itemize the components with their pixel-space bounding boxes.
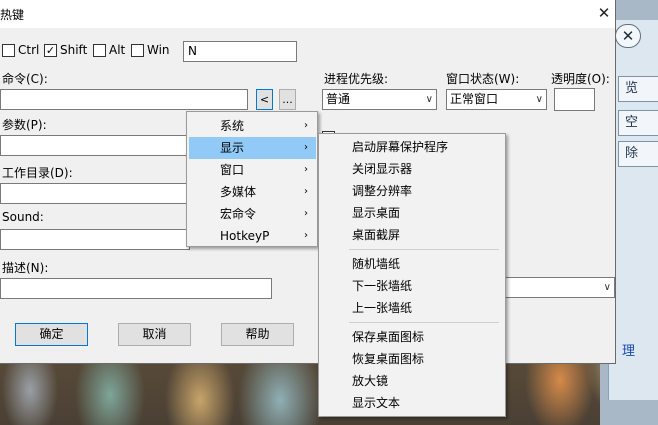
command-input[interactable] bbox=[0, 89, 248, 110]
command-arrow-button[interactable]: < bbox=[256, 89, 273, 110]
shift-label: Shift bbox=[60, 43, 88, 57]
menu-item-label: 宏命令 bbox=[220, 207, 257, 221]
command-browse-button[interactable]: ... bbox=[279, 89, 296, 110]
cancel-button[interactable]: 取消 bbox=[118, 323, 191, 346]
ctrl-label: Ctrl bbox=[18, 43, 40, 57]
menu-item-window[interactable]: 窗口 › bbox=[189, 159, 316, 181]
menu-item-label: 窗口 bbox=[220, 163, 245, 177]
chevron-right-icon: › bbox=[304, 230, 308, 241]
menu-item-system[interactable]: 系统 › bbox=[189, 115, 316, 137]
checkmark-icon: ✓ bbox=[45, 44, 56, 57]
menu-item-label: 多媒体 bbox=[220, 185, 257, 199]
menu-item-display[interactable]: 显示 › bbox=[189, 137, 316, 159]
menu-separator bbox=[349, 249, 499, 250]
workdir-label: 工作目录(D): bbox=[2, 166, 73, 180]
priority-select[interactable]: 普通 ∨ bbox=[322, 89, 437, 110]
background-delete-button[interactable]: 除 bbox=[618, 141, 658, 167]
chevron-down-icon: ∨ bbox=[535, 94, 543, 105]
menu-item-magnifier[interactable]: 放大镜 bbox=[321, 370, 504, 392]
dialog-title: 热键 bbox=[0, 8, 25, 22]
chevron-right-icon: › bbox=[304, 186, 308, 197]
menu-item-multimedia[interactable]: 多媒体 › bbox=[189, 181, 316, 203]
menu-item-random-wallpaper[interactable]: 随机墙纸 bbox=[321, 253, 504, 275]
menu-item-turn-off-monitor[interactable]: 关闭显示器 bbox=[321, 158, 504, 180]
menu-item-adjust-resolution[interactable]: 调整分辨率 bbox=[321, 180, 504, 202]
background-window-close-icon[interactable]: ✕ bbox=[615, 24, 641, 48]
win-label: Win bbox=[147, 43, 170, 57]
desc-input[interactable] bbox=[0, 278, 272, 299]
chevron-down-icon: ∨ bbox=[425, 94, 433, 105]
chevron-right-icon: › bbox=[304, 120, 308, 131]
menu-item-restore-desktop-icons[interactable]: 恢复桌面图标 bbox=[321, 348, 504, 370]
window-state-label: 窗口状态(W): bbox=[446, 72, 520, 86]
sound-input[interactable] bbox=[0, 229, 190, 250]
menu-item-previous-wallpaper[interactable]: 上一张墙纸 bbox=[321, 297, 504, 319]
desc-label: 描述(N): bbox=[2, 261, 49, 275]
chevron-down-icon: ∨ bbox=[603, 282, 611, 293]
background-manage-link[interactable]: 理 bbox=[622, 340, 635, 359]
window-state-select[interactable]: 正常窗口 ∨ bbox=[446, 89, 547, 110]
ctrl-checkbox[interactable] bbox=[2, 44, 15, 57]
opacity-input[interactable] bbox=[554, 88, 595, 111]
priority-label: 进程优先级: bbox=[324, 72, 389, 86]
chevron-right-icon: › bbox=[304, 164, 308, 175]
sound-label: Sound: bbox=[2, 210, 44, 224]
params-label: 参数(P): bbox=[2, 118, 47, 132]
ok-button[interactable]: 确定 bbox=[15, 323, 88, 346]
help-button[interactable]: 帮助 bbox=[221, 323, 294, 346]
params-input[interactable] bbox=[0, 135, 190, 156]
workdir-input[interactable] bbox=[0, 183, 190, 204]
menu-item-label: 显示 bbox=[220, 141, 245, 155]
key-input[interactable]: N bbox=[183, 41, 297, 62]
priority-value: 普通 bbox=[326, 92, 351, 106]
menu-item-show-text[interactable]: 显示文本 bbox=[321, 392, 504, 414]
menu-item-hotkeyp[interactable]: HotkeyP › bbox=[189, 225, 316, 247]
menu-item-save-desktop-icons[interactable]: 保存桌面图标 bbox=[321, 326, 504, 348]
menu-item-desktop-screenshot[interactable]: 桌面截屏 bbox=[321, 224, 504, 246]
chevron-right-icon: › bbox=[304, 208, 308, 219]
opacity-label: 透明度(O): bbox=[551, 72, 610, 86]
extra-select[interactable]: ∨ bbox=[500, 277, 615, 298]
alt-label: Alt bbox=[109, 43, 126, 57]
window-state-value: 正常窗口 bbox=[450, 92, 499, 106]
title-bar: 热键 ✕ bbox=[0, 0, 615, 28]
menu-item-label: 系统 bbox=[220, 119, 245, 133]
background-clear-button[interactable]: 空 bbox=[618, 110, 658, 136]
command-category-menu: 系统 › 显示 › 窗口 › 多媒体 › 宏命令 › HotkeyP › bbox=[186, 111, 318, 247]
chevron-right-icon: › bbox=[304, 142, 308, 153]
alt-checkbox[interactable] bbox=[93, 44, 106, 57]
background-browse-button[interactable]: 览 bbox=[618, 76, 658, 102]
close-icon[interactable]: ✕ bbox=[596, 4, 612, 22]
display-submenu: 启动屏幕保护程序 关闭显示器 调整分辨率 显示桌面 桌面截屏 随机墙纸 下一张墙… bbox=[318, 133, 506, 417]
menu-item-macro[interactable]: 宏命令 › bbox=[189, 203, 316, 225]
menu-item-start-screensaver[interactable]: 启动屏幕保护程序 bbox=[321, 136, 504, 158]
menu-item-label: HotkeyP bbox=[220, 229, 270, 243]
menu-item-next-wallpaper[interactable]: 下一张墙纸 bbox=[321, 275, 504, 297]
command-label: 命令(C): bbox=[2, 72, 48, 86]
win-checkbox[interactable] bbox=[131, 44, 144, 57]
menu-item-show-desktop[interactable]: 显示桌面 bbox=[321, 202, 504, 224]
menu-separator bbox=[349, 322, 499, 323]
shift-checkbox[interactable]: ✓ bbox=[44, 44, 57, 57]
